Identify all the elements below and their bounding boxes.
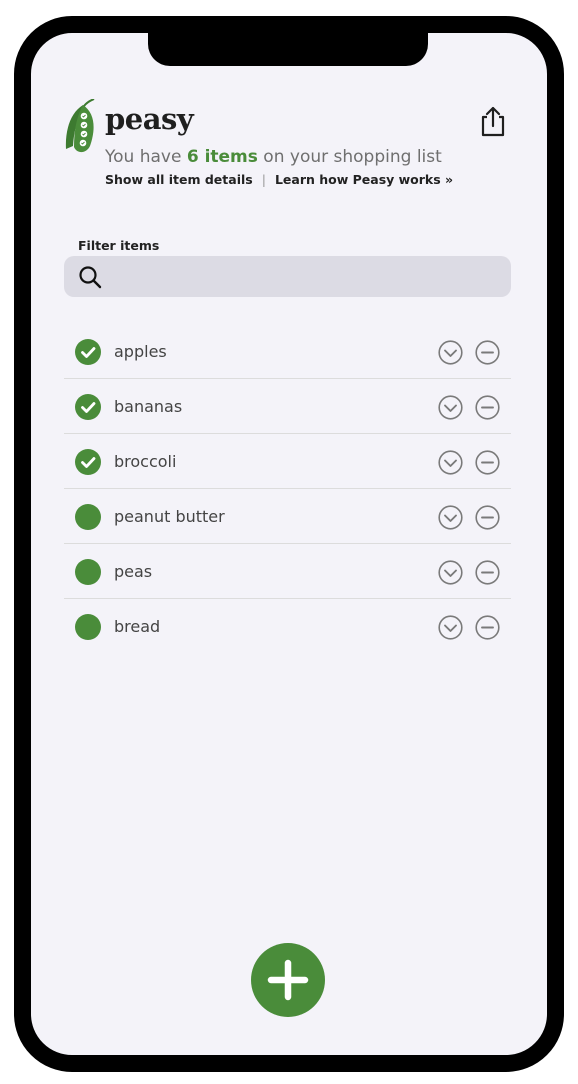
- list-item: peas: [64, 544, 511, 599]
- filter-label: Filter items: [78, 238, 160, 253]
- chevron-down-circle-icon: [438, 505, 463, 530]
- device-notch: [148, 33, 428, 66]
- chevron-down-circle-icon: [438, 395, 463, 420]
- remove-item-button[interactable]: [475, 395, 500, 420]
- expand-item-button[interactable]: [438, 615, 463, 640]
- minus-circle-icon: [475, 340, 500, 365]
- minus-circle-icon: [475, 450, 500, 475]
- chevron-down-circle-icon: [438, 615, 463, 640]
- filter-input[interactable]: [114, 256, 501, 299]
- remove-item-button[interactable]: [475, 505, 500, 530]
- minus-circle-icon: [475, 615, 500, 640]
- item-name: apples: [114, 342, 167, 361]
- expand-item-button[interactable]: [438, 395, 463, 420]
- phone-frame: peasy You have 6 items on your shopping …: [14, 16, 564, 1072]
- minus-circle-icon: [475, 395, 500, 420]
- search-box: [64, 256, 511, 299]
- plus-icon: [267, 959, 309, 1001]
- search-icon: [79, 266, 102, 289]
- share-icon: [481, 106, 505, 137]
- header-links: Show all item details | Learn how Peasy wo…: [105, 172, 453, 187]
- item-checkbox[interactable]: [75, 614, 101, 640]
- item-count: 6 items: [186, 147, 258, 167]
- item-checkbox[interactable]: [75, 394, 101, 420]
- item-checkbox[interactable]: [75, 559, 101, 585]
- item-name: peas: [114, 562, 153, 581]
- list-summary: You have 6 items on your shopping list: [105, 147, 442, 167]
- remove-item-button[interactable]: [475, 450, 500, 475]
- minus-circle-icon: [475, 505, 500, 530]
- share-button[interactable]: [477, 105, 509, 137]
- remove-item-button[interactable]: [475, 340, 500, 365]
- summary-suffix: on your shopping list: [257, 147, 442, 167]
- check-icon: [81, 457, 96, 468]
- summary-prefix: You have: [105, 147, 187, 167]
- chevron-down-circle-icon: [438, 340, 463, 365]
- expand-item-button[interactable]: [438, 505, 463, 530]
- item-checkbox[interactable]: [75, 504, 101, 530]
- chevron-down-circle-icon: [438, 450, 463, 475]
- item-name: bananas: [114, 397, 183, 416]
- item-name: bread: [114, 617, 161, 636]
- show-details-link[interactable]: Show all item details: [105, 172, 253, 187]
- expand-item-button[interactable]: [438, 560, 463, 585]
- check-icon: [81, 347, 96, 358]
- chevron-down-circle-icon: [438, 560, 463, 585]
- minus-circle-icon: [475, 560, 500, 585]
- list-item: peanut butter: [64, 489, 511, 544]
- add-item-button[interactable]: [251, 943, 325, 1017]
- remove-item-button[interactable]: [475, 615, 500, 640]
- shopping-list: apples bananas broccoli peanut butter peas br…: [64, 324, 511, 654]
- list-item: broccoli: [64, 434, 511, 489]
- check-icon: [81, 402, 96, 413]
- item-name: broccoli: [114, 452, 177, 471]
- item-name: peanut butter: [114, 507, 225, 526]
- learn-link[interactable]: Learn how Peasy works »: [275, 172, 453, 187]
- expand-item-button[interactable]: [438, 450, 463, 475]
- list-item: apples: [64, 324, 511, 379]
- app-title: peasy: [105, 102, 194, 136]
- links-separator: |: [261, 172, 266, 187]
- item-checkbox[interactable]: [75, 339, 101, 365]
- pea-pod-logo-icon: [65, 99, 95, 153]
- list-item: bread: [64, 599, 511, 654]
- expand-item-button[interactable]: [438, 340, 463, 365]
- list-item: bananas: [64, 379, 511, 434]
- remove-item-button[interactable]: [475, 560, 500, 585]
- item-checkbox[interactable]: [75, 449, 101, 475]
